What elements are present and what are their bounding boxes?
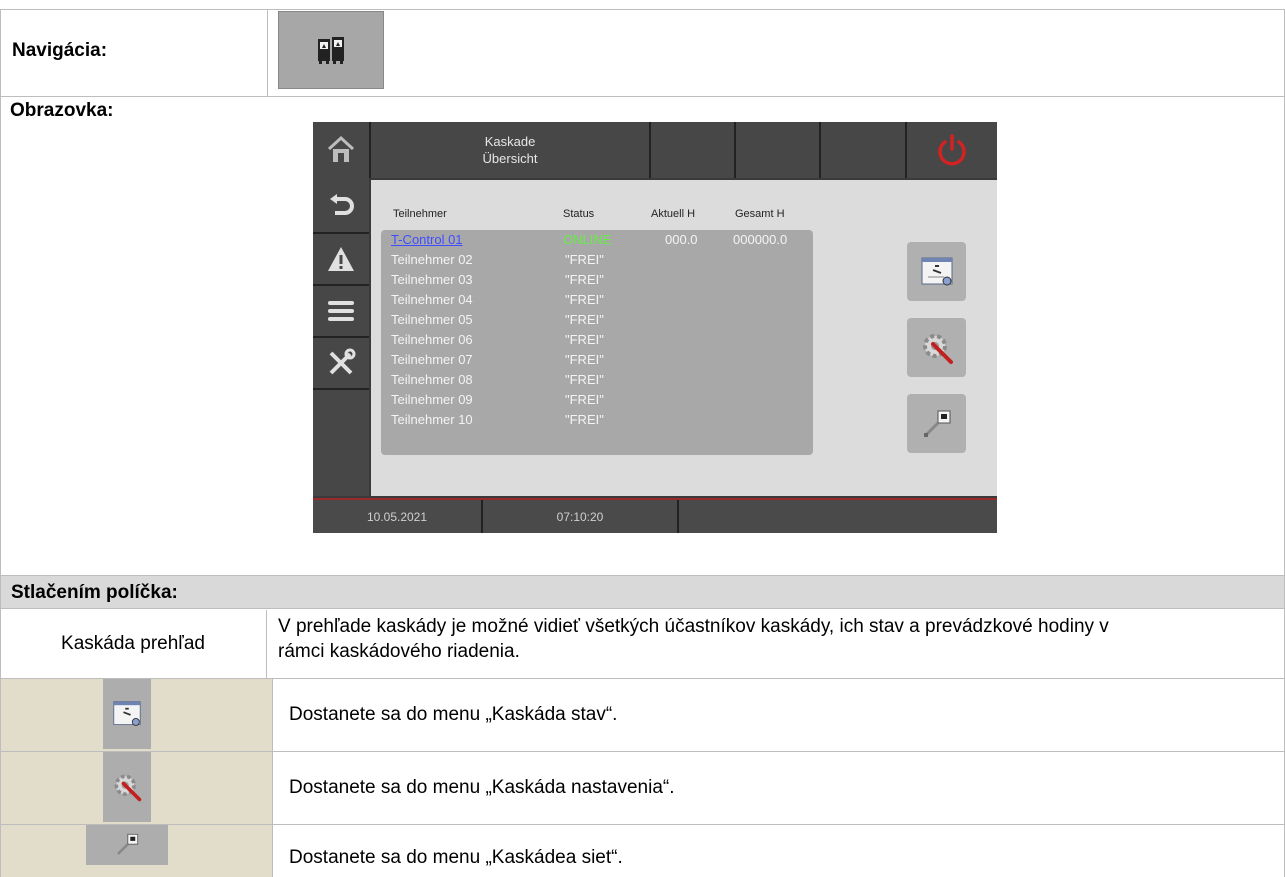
cascade-status-button[interactable] [907,242,966,301]
footer-empty [679,500,997,533]
back-button[interactable] [313,182,369,234]
participant-name: Teilnehmer 09 [391,392,473,407]
settings-item-text: Dostanete sa do menu „Kaskáda nastavenia… [289,777,675,798]
power-icon [938,134,966,166]
settings-item-cell [1,752,273,824]
col-total: Gesamt H [735,208,785,220]
sidebar-empty[interactable] [313,390,369,496]
status-value: "FREI" [565,392,604,407]
participant-name: Teilnehmer 03 [391,272,473,287]
cascade-boilers-icon[interactable] [278,11,384,89]
home-icon [327,135,355,162]
title-cell: Kaskade Übersicht [371,122,651,178]
power-button[interactable] [907,122,997,178]
date-display: 10.05.2021 [313,500,483,533]
tools-button[interactable] [313,338,369,390]
device-title-line1: Kaskade [484,134,536,149]
status-monitor-icon [921,257,952,285]
col-status: Status [563,208,595,220]
status-value: "FREI" [565,312,604,327]
status-value: "FREI" [565,412,604,427]
back-arrow-icon [330,194,354,215]
network-item-cell [1,825,273,877]
settings-gear-icon [114,774,142,802]
status-monitor-icon [113,701,141,726]
network-item-text: Dostanete sa do menu „Kaskádea siet“. [289,847,623,868]
participant-name: Teilnehmer 05 [391,312,473,327]
time-display: 07:10:20 [483,500,679,533]
current-hours: 000.0 [665,232,698,247]
topbar-empty-2[interactable] [736,122,821,178]
total-hours: 000000.0 [733,232,788,247]
cascade-settings-button[interactable] [907,318,966,377]
col-current: Aktuell H [651,208,696,220]
device-footer: 10.05.2021 07:10:20 [313,498,997,533]
status-value: "FREI" [565,332,604,347]
participant-name: Teilnehmer 02 [391,252,473,267]
device-topbar: Kaskade Übersicht [313,122,997,178]
participants-list: T-Control 01 ONLINE 000.0 000000.0 Teiln… [381,230,813,455]
status-online: ONLINE [563,232,612,247]
menu-icon [328,301,354,321]
topbar-empty-3[interactable] [821,122,907,178]
settings-gear-icon [922,333,953,364]
menu-button[interactable] [313,286,369,338]
device-screen: Kaskade Übersicht Teilnehmer Status Aktu… [313,122,997,533]
participant-name: Teilnehmer 08 [391,372,473,387]
device-title-line2: Übersicht [482,151,538,166]
warning-button[interactable] [313,234,369,286]
settings-menu-button[interactable] [103,752,151,822]
status-menu-button[interactable] [103,679,151,749]
device-sidebar [313,178,369,496]
status-value: "FREI" [565,372,604,387]
screen-label: Obrazovka: [10,100,114,121]
device-content: Teilnehmer Status Aktuell H Gesamt H T-C… [371,180,997,496]
participant-name: Teilnehmer 04 [391,292,473,307]
status-item-text: Dostanete sa do menu „Kaskáda stav“. [289,704,618,725]
status-item-cell [1,679,273,751]
tools-icon [329,348,356,375]
warning-icon [328,247,354,271]
participant-name: Teilnehmer 06 [391,332,473,347]
press-section-header: Stlačením políčka: [1,575,1284,609]
cascade-network-button[interactable] [907,394,966,453]
participant-name: Teilnehmer 10 [391,412,473,427]
home-button[interactable] [313,122,371,178]
status-value: "FREI" [565,252,604,267]
topbar-empty-1[interactable] [651,122,736,178]
overview-description: V prehľade kaskády je možné vidieť všetk… [278,616,1109,662]
navigation-label: Navigácia: [12,40,108,61]
participant-name: Teilnehmer 07 [391,352,473,367]
col-participant: Teilnehmer [393,208,447,220]
network-plug-icon [923,410,950,437]
network-menu-button[interactable] [86,825,168,865]
status-value: "FREI" [565,352,604,367]
overview-name: Kaskáda prehľad [61,633,205,654]
network-plug-icon [117,833,139,855]
status-value: "FREI" [565,272,604,287]
press-section-label: Stlačením políčka: [11,582,178,603]
status-value: "FREI" [565,292,604,307]
participant-link[interactable]: T-Control 01 [391,232,463,247]
